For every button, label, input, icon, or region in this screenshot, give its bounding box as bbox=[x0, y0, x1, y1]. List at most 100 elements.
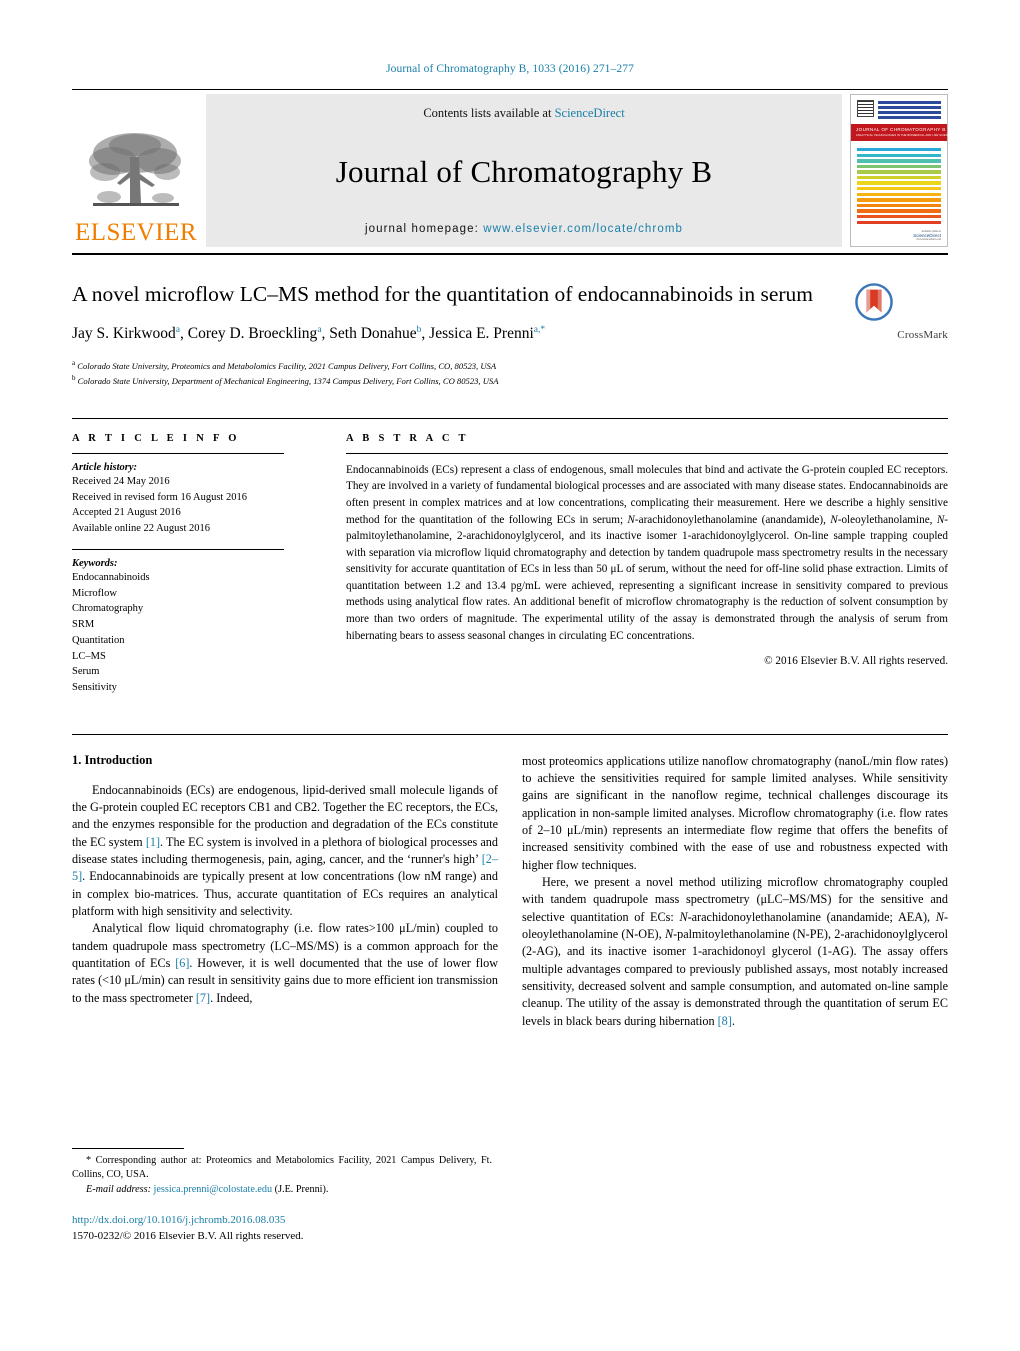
author-name: Jessica E. Prenni bbox=[429, 325, 534, 343]
cover-footer: Available online at ScienceDirect www.sc… bbox=[857, 226, 941, 241]
text-run: -arachidonoylethanolamine (anandamide), bbox=[634, 513, 831, 526]
body-paragraph: Here, we present a novel method utilizin… bbox=[522, 874, 948, 1030]
elsevier-tree-icon bbox=[89, 132, 181, 206]
article-page: Journal of Chromatography B, 1033 (2016)… bbox=[0, 0, 1020, 1351]
journal-banner-center: Contents lists available at ScienceDirec… bbox=[206, 94, 842, 247]
intro-right-paragraphs: most proteomics applications utilize nan… bbox=[522, 753, 948, 1030]
keyword-item: Microflow bbox=[72, 587, 117, 599]
italic-text: N bbox=[679, 909, 688, 924]
section-title-introduction: 1. Introduction bbox=[72, 752, 153, 767]
intro-left-paragraphs: Endocannabinoids (ECs) are endogenous, l… bbox=[72, 782, 498, 1007]
keyword-item: Sensitivity bbox=[72, 682, 117, 694]
journal-header-banner: ELSEVIER Contents lists available at Sci… bbox=[72, 89, 954, 247]
crossmark-icon bbox=[855, 283, 894, 321]
homepage-prefix: journal homepage: bbox=[364, 222, 484, 235]
abstract-text: Endocannabinoids (ECs) represent a class… bbox=[346, 462, 948, 644]
citation-link[interactable]: [7] bbox=[196, 991, 210, 1005]
keyword-item: Serum bbox=[72, 666, 100, 678]
article-history-item: Received 24 May 2016 bbox=[72, 475, 170, 487]
cover-band-subtitle: ANALYTICAL TECHNOLOGIES IN THE BIOMEDICA… bbox=[856, 134, 954, 137]
italic-text: N bbox=[627, 513, 635, 526]
body-two-columns: 1. Introduction Endocannabinoids (ECs) a… bbox=[72, 733, 948, 1030]
cover-top-row bbox=[857, 100, 941, 119]
author-affiliation-marker: a bbox=[175, 324, 180, 335]
doi-link[interactable]: http://dx.doi.org/10.1016/j.jchromb.2016… bbox=[72, 1213, 492, 1229]
cover-top-bars bbox=[878, 100, 941, 119]
corresponding-author-note: * Corresponding author at: Proteomics an… bbox=[72, 1155, 492, 1181]
elsevier-logo: ELSEVIER bbox=[72, 94, 200, 247]
keywords-title: Keywords: bbox=[72, 557, 118, 569]
author-affiliation-marker: a,* bbox=[533, 324, 546, 335]
affiliation-b: b Colorado State University, Department … bbox=[72, 374, 499, 386]
text-run: -arachidonoylethanolamine (anandamide; A… bbox=[687, 909, 936, 924]
journal-cover-thumbnail[interactable]: JOURNAL OF CHROMATOGRAPHY B ANALYTICAL T… bbox=[850, 94, 954, 247]
body-column-left: 1. Introduction Endocannabinoids (ECs) a… bbox=[72, 753, 498, 1030]
crossmark-label: CrossMark bbox=[897, 329, 948, 342]
article-history-item: Accepted 21 August 2016 bbox=[72, 507, 181, 519]
affiliation-marker: a bbox=[72, 359, 76, 368]
author-affiliation-marker: b bbox=[416, 324, 422, 335]
text-run: -oleoylethanolamine, bbox=[837, 513, 937, 526]
article-info-rule-2 bbox=[72, 548, 284, 550]
elsevier-wordmark: ELSEVIER bbox=[74, 218, 198, 246]
cover-footer-tiny: www.sciencedirect.com bbox=[916, 237, 941, 241]
article-info-column: A R T I C L E I N F O Article history: R… bbox=[72, 433, 324, 708]
cover-color-spectrum bbox=[857, 148, 941, 224]
body-paragraph: Endocannabinoids (ECs) are endogenous, l… bbox=[72, 782, 498, 921]
article-history-list: Received 24 May 2016 Received in revised … bbox=[72, 474, 324, 537]
article-history-item: Received in revised form 16 August 2016 bbox=[72, 491, 247, 503]
author-affiliation-marker: a bbox=[317, 324, 322, 335]
journal-homepage-line: journal homepage: www.elsevier.com/locat… bbox=[365, 223, 683, 235]
email-link[interactable]: jessica.prenni@colostate.edu bbox=[154, 1184, 273, 1195]
email-label: E-mail address: bbox=[86, 1183, 151, 1195]
body-paragraph: most proteomics applications utilize nan… bbox=[522, 753, 948, 874]
cover-title-band: JOURNAL OF CHROMATOGRAPHY B ANALYTICAL T… bbox=[851, 124, 954, 141]
citation-link[interactable]: [1] bbox=[146, 835, 160, 849]
text-run: -palmitoylethanolamine (N-PE), 2-arachid… bbox=[522, 927, 948, 1028]
abstract-rule bbox=[346, 452, 948, 454]
citation-link[interactable]: [8] bbox=[718, 1014, 732, 1028]
affiliation-a: a Colorado State University, Proteomics … bbox=[72, 359, 497, 372]
author-list: Jay S. Kirkwooda, Corey D. Broecklinga, … bbox=[72, 324, 546, 343]
italic-text: N bbox=[830, 513, 838, 526]
cover-band-title: JOURNAL OF CHROMATOGRAPHY B bbox=[856, 127, 946, 132]
body-paragraph: Analytical flow liquid chromatography (i… bbox=[72, 920, 498, 1007]
email-suffix: (J.E. Prenni). bbox=[272, 1183, 329, 1195]
crossmark-badge[interactable]: CrossMark bbox=[838, 281, 948, 388]
affiliation-marker: b bbox=[72, 374, 76, 383]
keyword-item: LC–MS bbox=[72, 650, 106, 662]
abstract-column: A B S T R A C T Endocannabinoids (ECs) r… bbox=[346, 433, 948, 708]
article-history-group: Article history: Received 24 May 2016 Rec… bbox=[72, 462, 324, 537]
author-name: Jay S. Kirkwood bbox=[72, 325, 176, 343]
text-run: . Endocannabinoids are typically present… bbox=[72, 869, 498, 919]
text-run: . Indeed, bbox=[210, 990, 253, 1005]
issn-copyright-line: 1570-0232/© 2016 Elsevier B.V. All right… bbox=[72, 1230, 304, 1243]
footnote-block: * Corresponding author at: Proteomics an… bbox=[72, 1148, 492, 1245]
doi-block: http://dx.doi.org/10.1016/j.jchromb.2016… bbox=[72, 1213, 492, 1245]
text-run: most proteomics applications utilize nan… bbox=[522, 753, 948, 872]
contents-available-line: Contents lists available at ScienceDirec… bbox=[423, 106, 624, 121]
keyword-item: Endocannabinoids bbox=[72, 571, 150, 583]
contents-prefix: Contents lists available at bbox=[423, 106, 555, 120]
article-history-title: Article history: bbox=[72, 461, 138, 473]
abstract-heading: A B S T R A C T bbox=[346, 432, 469, 444]
title-block: A novel microflow LC–MS method for the q… bbox=[72, 281, 948, 388]
text-run: -palmitoylethanolamine, 2-arachidonoylgl… bbox=[346, 513, 949, 642]
journal-title: Journal of Chromatography B bbox=[335, 153, 713, 189]
keyword-item: Chromatography bbox=[72, 603, 144, 615]
email-note: E-mail address: jessica.prenni@colostate… bbox=[72, 1183, 492, 1197]
keywords-group: Keywords: Endocannabinoids Microflow Chrom… bbox=[72, 558, 324, 696]
info-abstract-section: A R T I C L E I N F O Article history: R… bbox=[72, 417, 948, 708]
citation-link[interactable]: [6] bbox=[175, 956, 189, 970]
homepage-url-link[interactable]: www.elsevier.com/locate/chromb bbox=[483, 223, 683, 235]
article-info-rule-1 bbox=[72, 452, 284, 454]
author-name: Corey D. Broeckling bbox=[187, 325, 318, 343]
keyword-item: Quantitation bbox=[72, 634, 125, 646]
keywords-list: Endocannabinoids Microflow Chromatography S… bbox=[72, 570, 324, 696]
sciencedirect-link[interactable]: ScienceDirect bbox=[555, 106, 625, 120]
cover-publisher-mark-icon bbox=[857, 100, 874, 117]
text-run: . bbox=[731, 1013, 735, 1028]
article-info-heading: A R T I C L E I N F O bbox=[72, 432, 240, 444]
keyword-item: SRM bbox=[72, 619, 95, 631]
header-bottom-rule bbox=[72, 252, 948, 255]
